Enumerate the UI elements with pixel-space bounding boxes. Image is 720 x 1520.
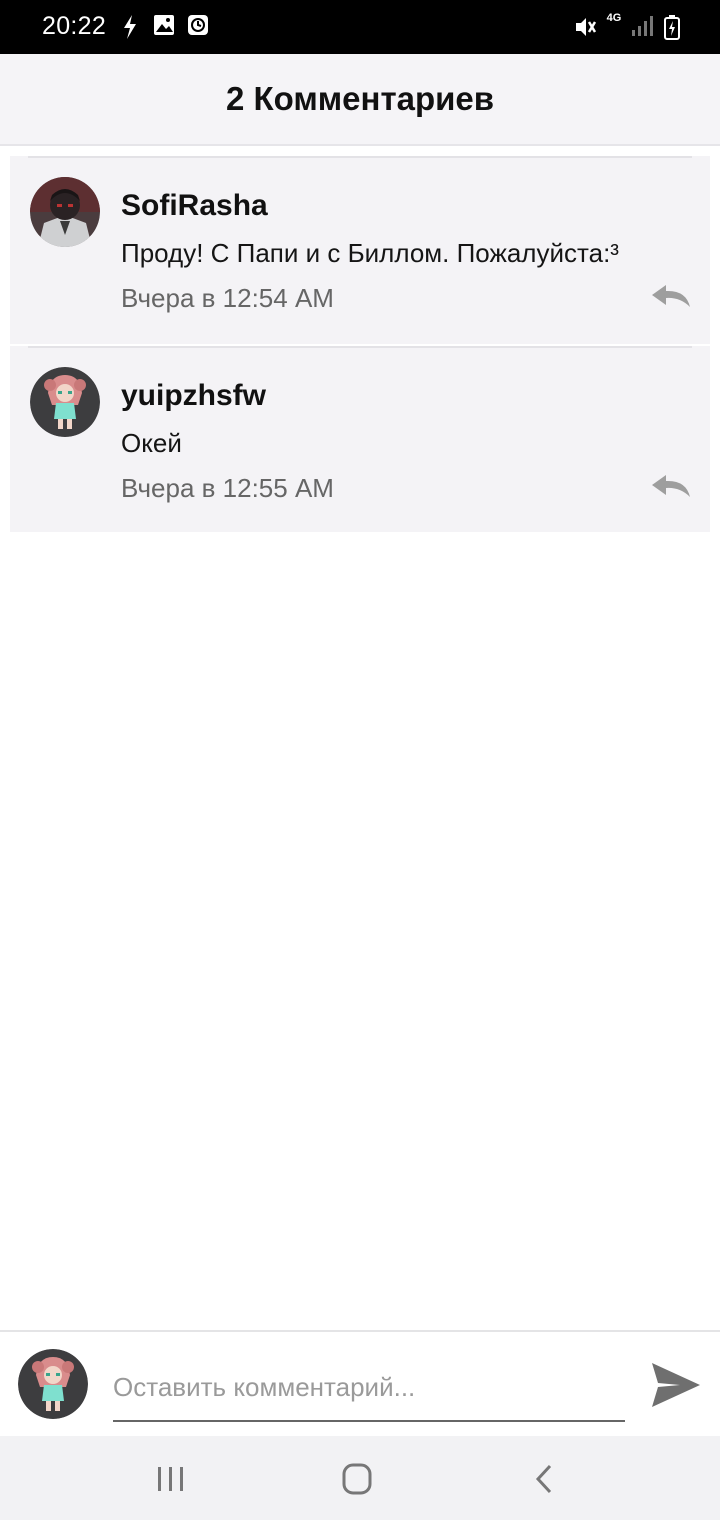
status-bar: 20:22 4G [0, 0, 720, 54]
current-user-avatar-icon [18, 1349, 88, 1419]
user-avatar-icon[interactable] [30, 177, 100, 247]
page-title: 2 Комментариев [225, 80, 495, 117]
image-icon [153, 14, 175, 41]
comment-divider [28, 156, 692, 158]
comment-text: Проду! С Папи и с Биллом. Пожалуйста:³ [121, 238, 619, 268]
flash-icon [121, 14, 139, 45]
clock-icon [187, 14, 209, 41]
comment-divider [28, 346, 692, 348]
recents-icon[interactable] [151, 1462, 191, 1496]
comment-text: Окей [121, 428, 182, 458]
comment-input[interactable] [113, 1354, 625, 1422]
comment-username[interactable]: SofiRasha [121, 189, 268, 223]
home-icon[interactable] [337, 1462, 377, 1496]
comment-item: SofiRasha Проду! С Папи и с Биллом. Пожа… [10, 156, 710, 344]
comments-header: 2 Комментариев [0, 54, 720, 146]
user-avatar-icon[interactable] [30, 367, 100, 437]
send-icon[interactable] [650, 1359, 702, 1411]
battery-icon [664, 14, 680, 45]
comment-timestamp: Вчера в 12:54 AM [121, 283, 334, 313]
reply-icon[interactable] [650, 282, 692, 312]
signal-icon [630, 14, 654, 43]
back-icon[interactable] [525, 1462, 565, 1496]
status-time: 20:22 [42, 12, 107, 40]
reply-icon[interactable] [650, 472, 692, 502]
comment-username[interactable]: yuipzhsfw [121, 379, 266, 413]
system-nav-bar [0, 1436, 720, 1520]
comment-input-bar [0, 1330, 720, 1436]
comment-timestamp: Вчера в 12:55 AM [121, 473, 334, 503]
mute-icon [572, 14, 598, 45]
comment-item: yuipzhsfw Окей Вчера в 12:55 AM [10, 346, 710, 532]
network-type-label: 4G [606, 12, 622, 24]
